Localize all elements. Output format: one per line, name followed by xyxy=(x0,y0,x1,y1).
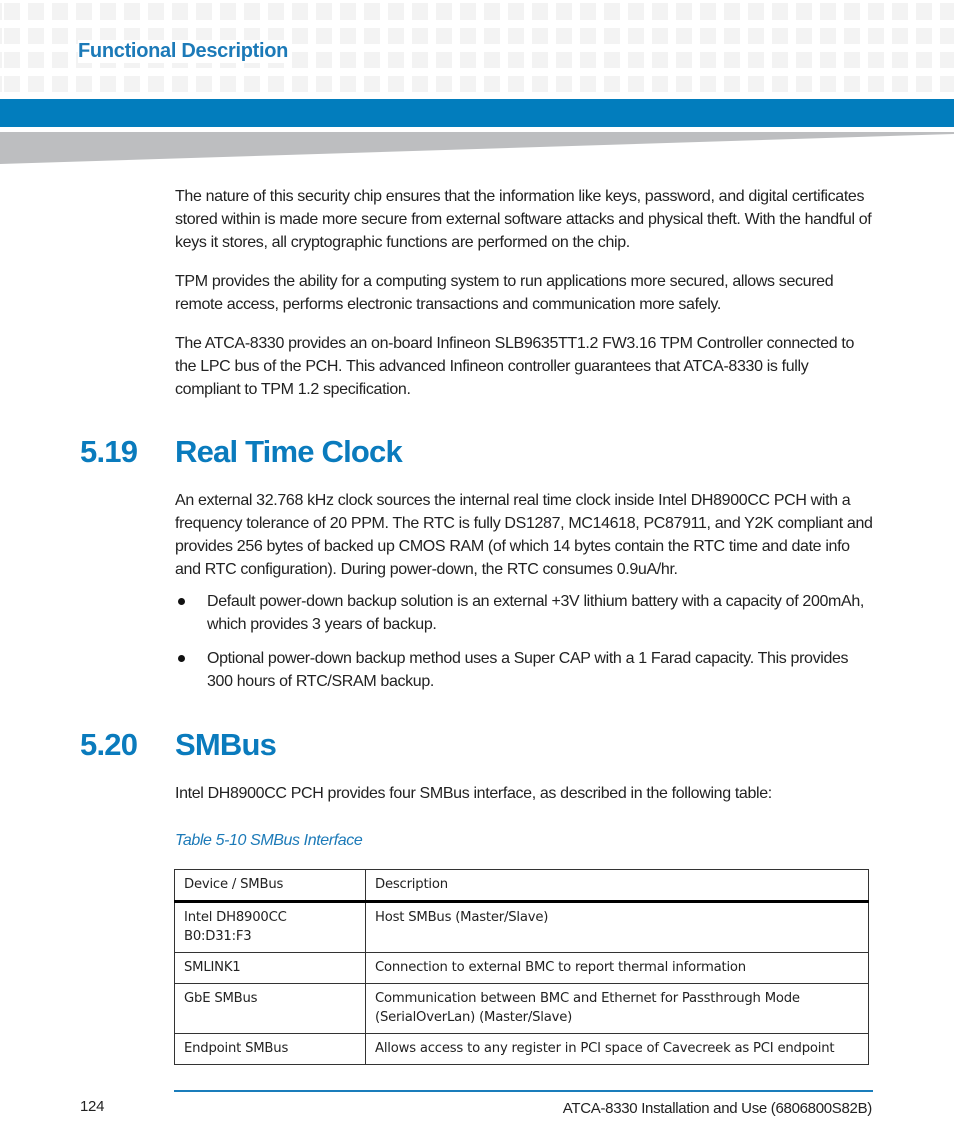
section-number: 5.20 xyxy=(80,727,138,762)
table-row: Intel DH8900CC B0:D31:F3 Host SMBus (Mas… xyxy=(174,901,869,953)
table-header-row: Device / SMBus Description xyxy=(174,869,869,903)
device-address: B0:D31:F3 xyxy=(184,929,252,944)
chapter-title: Functional Description xyxy=(78,40,293,63)
column-header-description: Description xyxy=(365,869,869,903)
list-item-text: Optional power-down backup method uses a… xyxy=(207,650,849,690)
section-heading-smbus: 5.20 SMBus xyxy=(80,727,277,763)
table-caption: Table 5-10 SMBus Interface xyxy=(175,832,363,849)
intro-section: The nature of this security chip ensures… xyxy=(175,185,875,401)
device-cell: Endpoint SMBus xyxy=(174,1033,366,1065)
intro-paragraph: The nature of this security chip ensures… xyxy=(175,188,872,251)
device-cell: Intel DH8900CC B0:D31:F3 xyxy=(174,901,366,953)
list-item-text: Default power-down backup solution is an… xyxy=(207,593,864,633)
rtc-paragraph: An external 32.768 kHz clock sources the… xyxy=(175,492,873,578)
section-title: Real Time Clock xyxy=(175,434,403,469)
column-header-device: Device / SMBus xyxy=(174,869,366,903)
header-blue-bar xyxy=(0,99,954,127)
table-row: Endpoint SMBus Allows access to any regi… xyxy=(174,1033,869,1065)
description-cell: Connection to external BMC to report the… xyxy=(365,952,869,984)
description-cell: Communication between BMC and Ethernet f… xyxy=(365,983,869,1034)
table-row: GbE SMBus Communication between BMC and … xyxy=(174,983,869,1034)
footer-divider xyxy=(174,1090,873,1092)
header-gray-wedge xyxy=(0,132,954,164)
smbus-paragraph: Intel DH8900CC PCH provides four SMBus i… xyxy=(175,785,772,802)
bullet-icon xyxy=(178,598,185,605)
description-cell: Host SMBus (Master/Slave) xyxy=(365,901,869,953)
device-name: Intel DH8900CC xyxy=(184,910,287,925)
section-heading-real-time-clock: 5.19 Real Time Clock xyxy=(80,434,403,470)
page-number: 124 xyxy=(80,1098,105,1115)
section-number: 5.19 xyxy=(80,434,138,469)
device-cell: GbE SMBus xyxy=(174,983,366,1034)
intro-paragraph: The ATCA-8330 provides an on-board Infin… xyxy=(175,335,855,398)
intro-paragraph: TPM provides the ability for a computing… xyxy=(175,273,834,313)
device-cell: SMLINK1 xyxy=(174,952,366,984)
rtc-bullet-list: Default power-down backup solution is an… xyxy=(175,590,875,693)
table-row: SMLINK1 Connection to external BMC to re… xyxy=(174,952,869,984)
section-title: SMBus xyxy=(175,727,277,762)
list-item: Optional power-down backup method uses a… xyxy=(175,647,875,693)
smbus-interface-table: Device / SMBus Description Intel DH8900C… xyxy=(174,869,869,1065)
document-title: ATCA-8330 Installation and Use (6806800S… xyxy=(562,1100,873,1117)
bullet-icon xyxy=(178,655,185,662)
list-item: Default power-down backup solution is an… xyxy=(175,590,875,636)
smbus-description: Intel DH8900CC PCH provides four SMBus i… xyxy=(175,782,875,805)
description-cell: Allows access to any register in PCI spa… xyxy=(365,1033,869,1065)
rtc-description: An external 32.768 kHz clock sources the… xyxy=(175,489,875,581)
